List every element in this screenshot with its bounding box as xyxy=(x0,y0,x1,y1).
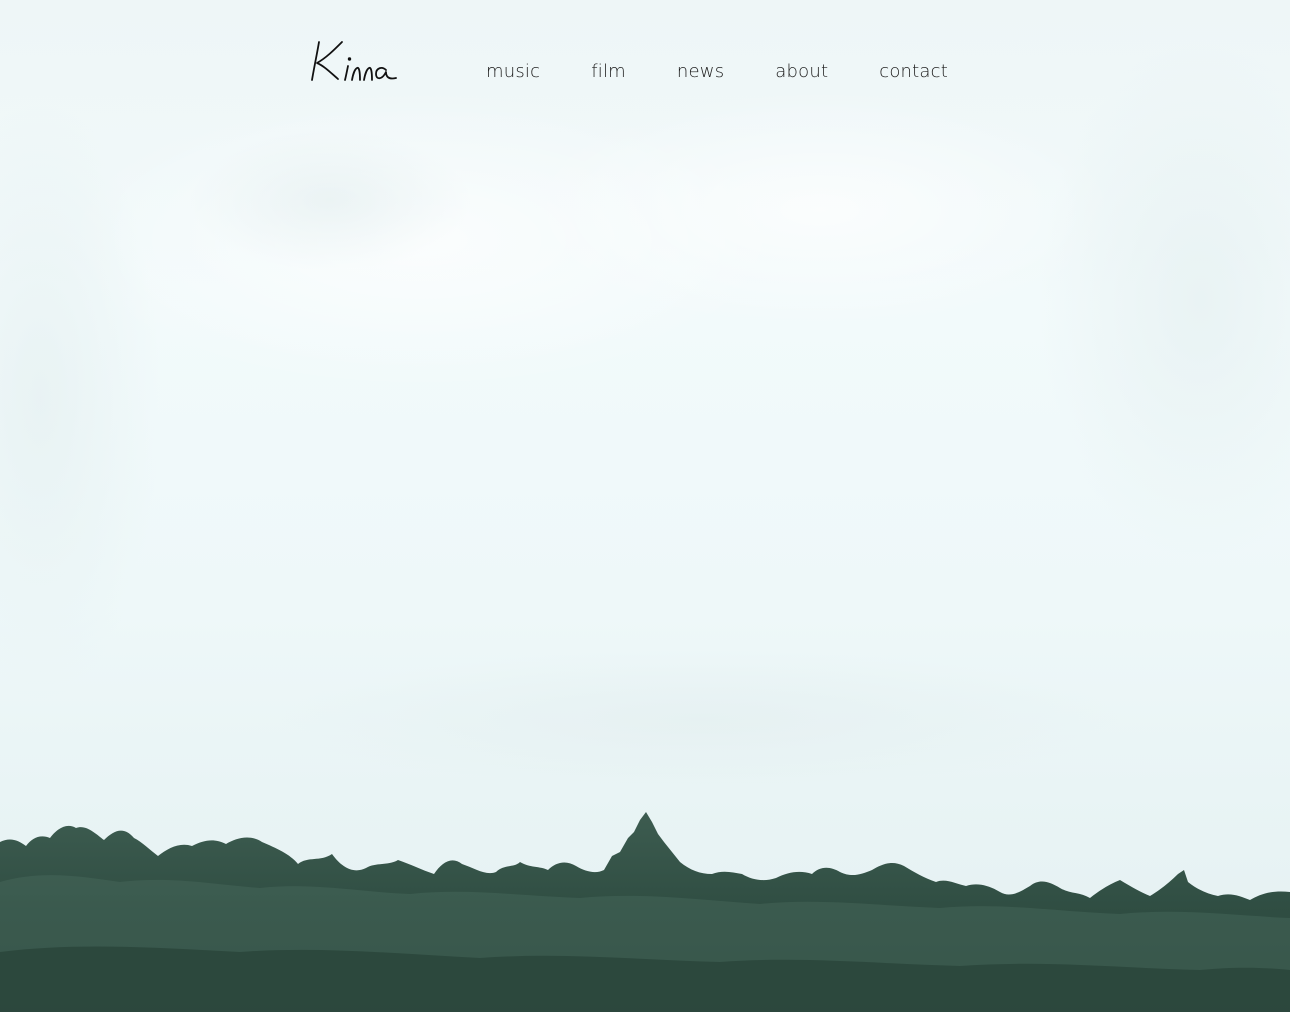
signature-logo-icon xyxy=(311,41,397,81)
nav-item-news[interactable]: news xyxy=(677,60,724,84)
nav-item-about[interactable]: about xyxy=(775,60,828,84)
forest-treeline-background xyxy=(0,812,1290,1012)
logo-link[interactable] xyxy=(308,36,404,88)
nav-item-film[interactable]: film xyxy=(591,60,626,84)
hero-page: music film news about contact xyxy=(0,0,1290,1012)
nav-item-music[interactable]: music xyxy=(486,60,540,84)
nav-item-contact[interactable]: contact xyxy=(879,60,948,84)
site-header: music film news about contact xyxy=(0,0,1290,140)
main-nav: music film news about contact xyxy=(486,60,948,84)
